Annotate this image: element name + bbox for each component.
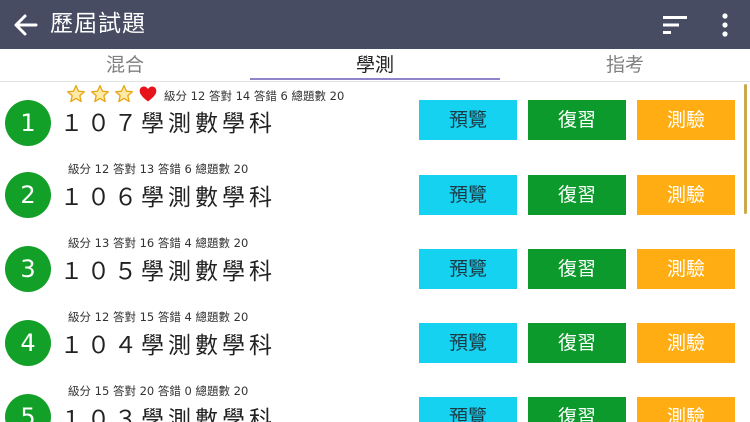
preview-button[interactable]: 預覽 [419,100,517,140]
list-item: 1 級分 12 答對 14 答錯 6 總題數 20 １０７學測數學科 預覽 復習… [0,84,750,158]
item-number-badge: 3 [5,246,51,292]
list-item: 2 級分 12 答對 13 答錯 6 總題數 20 １０６學測數學科 預覽 復習… [0,158,750,232]
test-button[interactable]: 測驗 [637,397,735,422]
item-title: １０７學測數學科 [60,111,276,137]
item-stats: 級分 15 答對 20 答錯 0 總題數 20 [68,384,249,398]
item-stats: 級分 13 答對 16 答錯 4 總題數 20 [68,236,249,250]
item-title: １０３學測數學科 [60,407,276,422]
heart-icon [139,86,157,102]
app-bar: 歷屆試題 [0,0,750,49]
star-icon [67,85,86,103]
sort-icon[interactable] [661,13,689,37]
test-button[interactable]: 測驗 [637,100,735,140]
item-number-badge: 1 [5,100,51,146]
item-number-badge: 4 [5,320,51,366]
tab-gsat[interactable]: 學測 [250,49,500,81]
test-button[interactable]: 測驗 [637,323,735,363]
item-title: １０６學測數學科 [60,185,276,211]
item-stats: 級分 12 答對 15 答錯 4 總題數 20 [68,310,249,324]
preview-button[interactable]: 預覽 [419,175,517,215]
item-number-badge: 2 [5,172,51,218]
review-button[interactable]: 復習 [528,249,626,289]
preview-button[interactable]: 預覽 [419,249,517,289]
tab-ast[interactable]: 指考 [500,49,750,81]
more-vertical-icon[interactable] [716,12,734,38]
star-icon [91,85,110,103]
tab-mixed[interactable]: 混合 [0,49,250,81]
test-button[interactable]: 測驗 [637,249,735,289]
test-button[interactable]: 測驗 [637,175,735,215]
item-number-badge: 5 [5,394,51,422]
item-title: １０４學測數學科 [60,333,276,359]
item-stats: 級分 12 答對 14 答錯 6 總題數 20 [164,89,345,103]
list-item: 4 級分 12 答對 15 答錯 4 總題數 20 １０４學測數學科 預覽 復習… [0,306,750,380]
review-button[interactable]: 復習 [528,175,626,215]
review-button[interactable]: 復習 [528,397,626,422]
item-stats: 級分 12 答對 13 答錯 6 總題數 20 [68,162,249,176]
item-title: １０５學測數學科 [60,259,276,285]
tab-indicator [250,78,500,80]
list-item: 3 級分 13 答對 16 答錯 4 總題數 20 １０５學測數學科 預覽 復習… [0,232,750,306]
preview-button[interactable]: 預覽 [419,397,517,422]
page-title: 歷屆試題 [50,11,146,37]
review-button[interactable]: 復習 [528,323,626,363]
review-button[interactable]: 復習 [528,100,626,140]
star-icon [115,85,133,103]
arrow-left-icon[interactable] [12,11,40,39]
preview-button[interactable]: 預覽 [419,323,517,363]
scrollbar[interactable] [744,84,747,214]
list-item: 5 級分 15 答對 20 答錯 0 總題數 20 １０３學測數學科 預覽 復習… [0,380,750,422]
